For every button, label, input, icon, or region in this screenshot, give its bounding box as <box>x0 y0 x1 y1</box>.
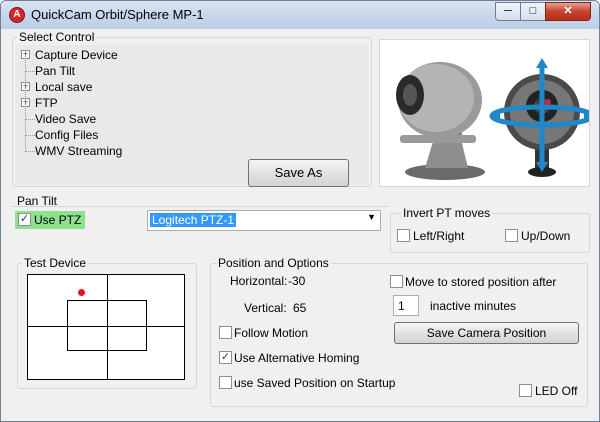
select-control-legend: Select Control <box>17 30 97 44</box>
app-logo-icon: A <box>9 7 25 23</box>
invert-pt-legend: Invert PT moves <box>401 206 493 220</box>
vertical-label: Vertical: <box>244 301 287 315</box>
alternative-homing-label: Use Alternative Homing <box>234 351 360 365</box>
position-options-legend: Position and Options <box>216 256 331 270</box>
tree-item-ftp[interactable]: + FTP <box>15 95 215 111</box>
vertical-value: 65 <box>293 301 307 315</box>
invert-left-right-label: Left/Right <box>413 229 465 243</box>
test-device-legend: Test Device <box>22 256 89 270</box>
tree-item-config-files[interactable]: Config Files <box>15 127 215 143</box>
invert-up-down-label: Up/Down <box>521 229 571 243</box>
led-off-label: LED Off <box>535 384 578 398</box>
move-stored-position-label: Move to stored position after <box>405 275 557 289</box>
minimize-button[interactable]: ─ <box>495 2 521 21</box>
tree-item-capture-device[interactable]: + Capture Device <box>15 47 215 63</box>
maximize-button[interactable]: □ <box>520 2 546 21</box>
use-ptz-checkbox[interactable]: ✓ <box>18 213 31 226</box>
follow-motion-label: Follow Motion <box>234 326 309 340</box>
tree-item-local-save[interactable]: + Local save <box>15 79 215 95</box>
inactive-minutes-label: inactive minutes <box>430 299 517 313</box>
select-control-tree: + Capture Device Pan Tilt + Local save +… <box>15 45 369 187</box>
tree-item-label: Config Files <box>35 128 99 142</box>
chevron-down-icon[interactable]: ▼ <box>367 212 376 222</box>
position-dot <box>78 289 85 296</box>
tree-item-label: Local save <box>35 80 93 94</box>
tree-item-pan-tilt[interactable]: Pan Tilt <box>15 63 215 79</box>
tree-item-label: Video Save <box>35 112 97 126</box>
tree-item-label: WMV Streaming <box>35 144 123 158</box>
camera-product-image <box>396 58 595 180</box>
saved-position-startup-label: use Saved Position on Startup <box>234 376 396 390</box>
close-button[interactable]: ✕ <box>545 2 591 21</box>
inactive-minutes-input[interactable]: 1 <box>393 295 419 316</box>
invert-left-right-checkbox[interactable] <box>397 229 410 242</box>
tree-guide-line <box>25 55 26 151</box>
app-window: A QuickCam Orbit/Sphere MP-1 ─ □ ✕ Selec… <box>0 0 600 422</box>
ptz-device-selected: Logitech PTZ-1 <box>150 213 237 227</box>
led-off-checkbox[interactable] <box>519 384 532 397</box>
save-as-button[interactable]: Save As <box>248 159 349 187</box>
move-stored-position-checkbox[interactable] <box>390 275 403 288</box>
use-ptz-label: Use PTZ <box>34 213 82 227</box>
window-title: QuickCam Orbit/Sphere MP-1 <box>31 7 204 22</box>
tree-item-label: Pan Tilt <box>35 64 76 78</box>
save-camera-position-button[interactable]: Save Camera Position <box>394 322 579 344</box>
horizontal-label: Horizontal: <box>230 274 288 288</box>
ptz-device-select[interactable]: Logitech PTZ-1 ▼ <box>147 210 381 231</box>
pan-tilt-divider <box>12 206 389 207</box>
invert-up-down-checkbox[interactable] <box>505 229 518 242</box>
tree-item-wmv-streaming[interactable]: WMV Streaming <box>15 143 215 159</box>
horizontal-value: -30 <box>288 274 306 288</box>
saved-position-startup-checkbox[interactable] <box>219 376 232 389</box>
test-device-pad[interactable] <box>27 274 185 380</box>
pad-center-box <box>67 300 147 351</box>
alternative-homing-checkbox[interactable]: ✓ <box>219 351 232 364</box>
tree-item-video-save[interactable]: Video Save <box>15 111 215 127</box>
title-bar[interactable]: A QuickCam Orbit/Sphere MP-1 ─ □ ✕ <box>1 1 599 29</box>
tree-item-label: Capture Device <box>35 48 118 62</box>
tree-item-label: FTP <box>35 96 58 110</box>
follow-motion-checkbox[interactable] <box>219 326 232 339</box>
camera-image-panel <box>379 39 595 187</box>
